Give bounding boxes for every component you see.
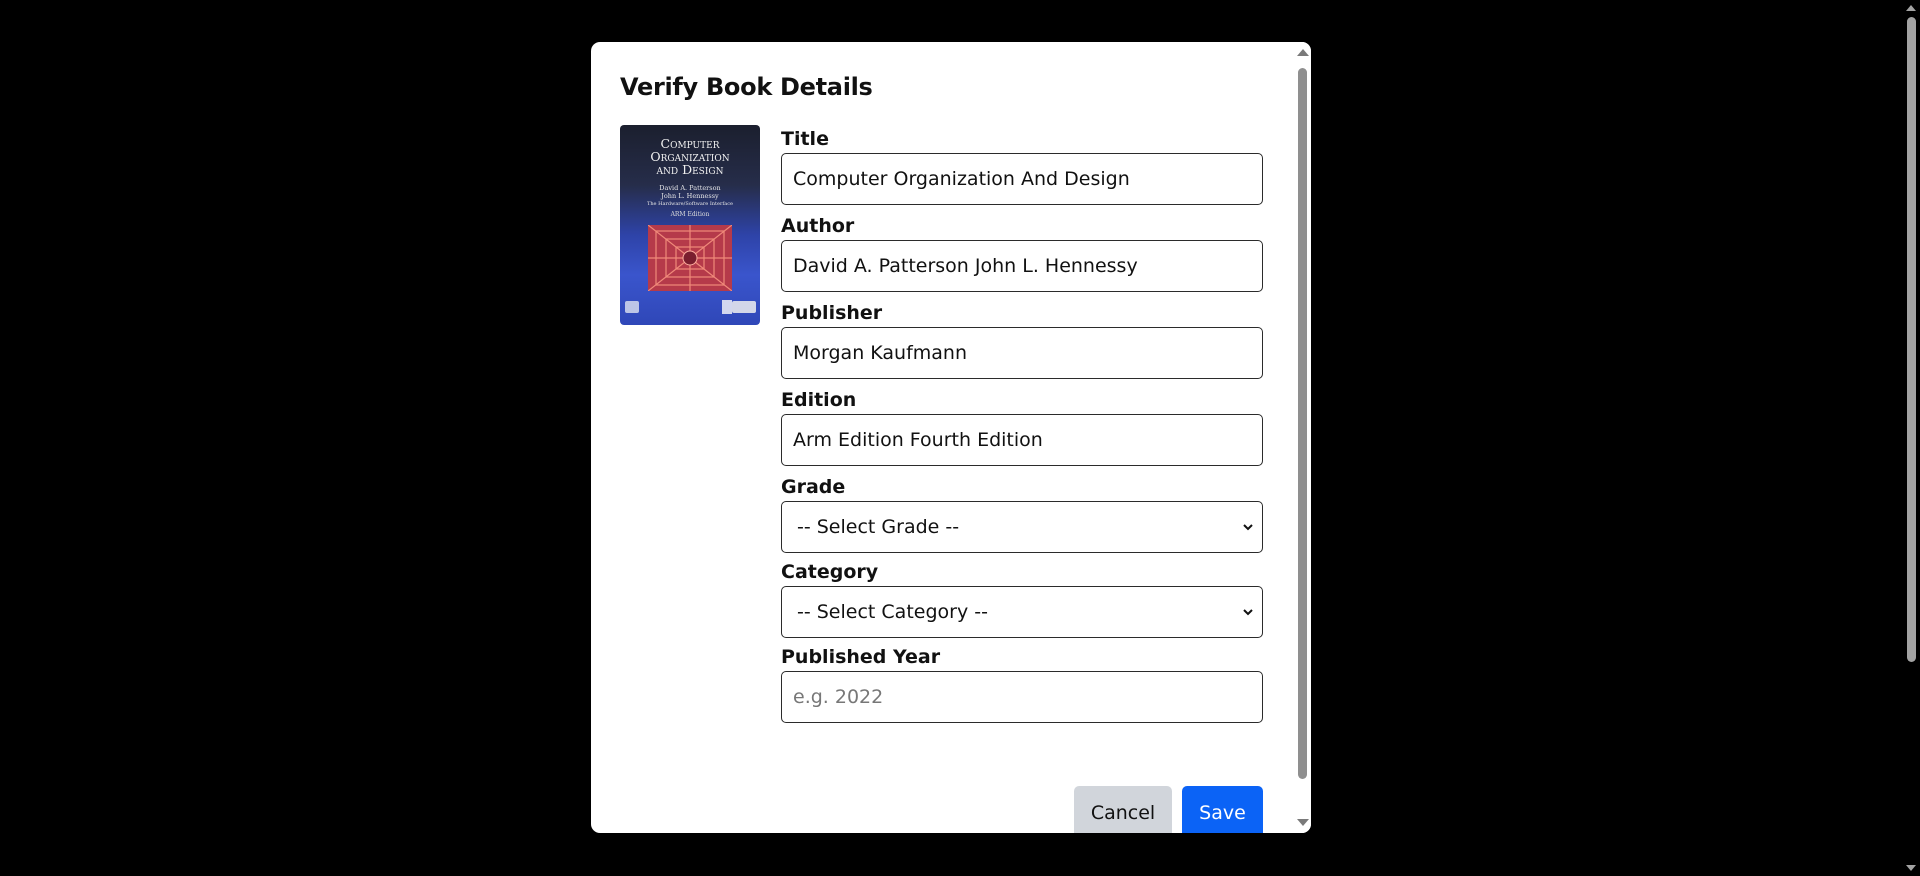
book-cover-image: Computer Organization and Design David A… xyxy=(620,125,760,325)
book-details-form: Title Computer Organization And Design A… xyxy=(781,126,1263,731)
grade-selected-value: -- Select Grade -- xyxy=(797,516,960,538)
mk-logo-icon xyxy=(732,301,756,313)
verify-book-modal: Verify Book Details Computer Organizatio… xyxy=(591,42,1311,833)
title-field: Title Computer Organization And Design xyxy=(781,126,1263,205)
grade-label: Grade xyxy=(781,476,846,498)
scroll-up-arrow-icon[interactable] xyxy=(1906,5,1916,11)
publisher-field: Publisher Morgan Kaufmann xyxy=(781,300,1263,379)
modal-title: Verify Book Details xyxy=(620,73,873,101)
edition-label: Edition xyxy=(781,389,857,411)
cancel-button[interactable]: Cancel xyxy=(1074,786,1172,833)
save-button[interactable]: Save xyxy=(1182,786,1263,833)
author-input[interactable]: David A. Patterson John L. Hennessy xyxy=(781,240,1263,292)
page-scrollbar-thumb[interactable] xyxy=(1907,17,1916,662)
page-scrollbar[interactable] xyxy=(1903,0,1920,876)
cover-title: Computer Organization and Design xyxy=(650,136,730,177)
category-label: Category xyxy=(781,561,879,583)
category-selected-value: -- Select Category -- xyxy=(797,601,988,623)
category-select[interactable]: -- Select Category -- xyxy=(781,586,1263,638)
modal-scroll-up-icon[interactable] xyxy=(1297,49,1309,56)
publisher-label: Publisher xyxy=(781,302,883,324)
grade-select[interactable]: -- Select Grade -- xyxy=(781,501,1263,553)
cover-edition: ARM Edition xyxy=(670,211,710,218)
category-field: Category -- Select Category -- xyxy=(781,559,1263,638)
modal-scrollbar[interactable] xyxy=(1293,42,1311,833)
author-label: Author xyxy=(781,215,855,237)
published-year-label: Published Year xyxy=(781,646,941,668)
barcode-icon xyxy=(722,300,732,314)
author-field: Author David A. Patterson John L. Hennes… xyxy=(781,213,1263,292)
modal-scroll-down-icon[interactable] xyxy=(1297,819,1309,826)
cover-authors: David A. Patterson John L. Hennessy The … xyxy=(647,184,733,207)
scroll-down-arrow-icon[interactable] xyxy=(1906,865,1916,871)
edition-input[interactable]: Arm Edition Fourth Edition xyxy=(781,414,1263,466)
title-input[interactable]: Computer Organization And Design xyxy=(781,153,1263,205)
grade-field: Grade -- Select Grade -- xyxy=(781,474,1263,553)
modal-scrollbar-thumb[interactable] xyxy=(1298,68,1307,779)
publisher-input[interactable]: Morgan Kaufmann xyxy=(781,327,1263,379)
chevron-down-icon xyxy=(1243,524,1253,531)
publisher-logo-icon xyxy=(625,301,639,313)
chevron-down-icon xyxy=(1243,609,1253,616)
title-label: Title xyxy=(781,128,829,150)
cover-artwork xyxy=(648,225,732,291)
published-year-field: Published Year e.g. 2022 xyxy=(781,644,1263,723)
edition-field: Edition Arm Edition Fourth Edition xyxy=(781,387,1263,466)
modal-actions: Cancel Save xyxy=(1074,786,1263,833)
published-year-input[interactable]: e.g. 2022 xyxy=(781,671,1263,723)
